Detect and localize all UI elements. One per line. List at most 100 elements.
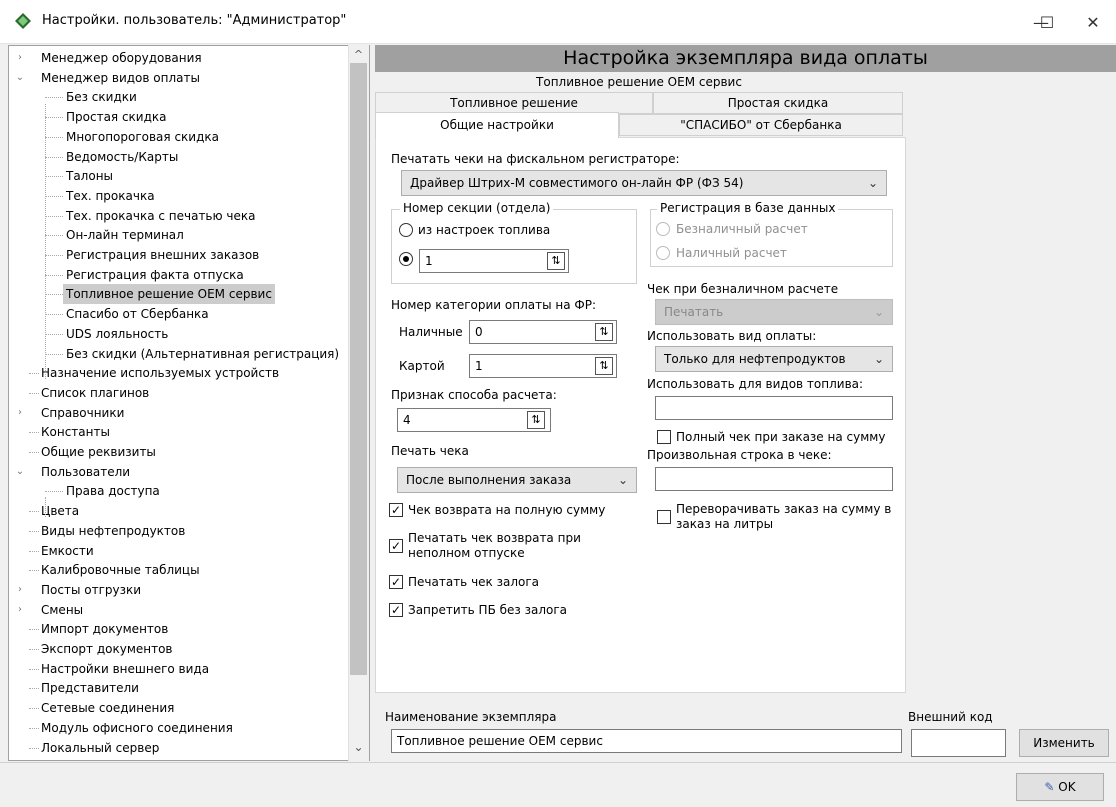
collapse-icon[interactable]: ⌄ bbox=[14, 68, 26, 88]
tree-item[interactable]: Менеджер видов оплаты bbox=[38, 68, 203, 88]
tree-item[interactable]: Список плагинов bbox=[38, 383, 152, 403]
tab-spasibo[interactable]: "СПАСИБО" от Сбербанка bbox=[619, 114, 903, 136]
tree-item[interactable]: Общие реквизиты bbox=[38, 442, 159, 462]
card-label: Картой bbox=[399, 359, 445, 373]
use-payment-select[interactable]: Только для нефтепродуктов ⌄ bbox=[655, 346, 893, 372]
section-manual-radio[interactable] bbox=[399, 252, 413, 266]
tree-connector bbox=[45, 274, 63, 276]
print-receipt-select[interactable]: После выполнения заказа ⌄ bbox=[397, 467, 637, 493]
page-title: Настройка экземпляра вида оплаты bbox=[563, 47, 928, 69]
tree-item[interactable]: Константы bbox=[38, 422, 113, 442]
tree-item[interactable]: Регистрация факта отпуска bbox=[63, 265, 247, 285]
tree-item[interactable]: Талоны bbox=[63, 166, 116, 186]
maximize-button[interactable]: ☐ bbox=[1024, 0, 1070, 44]
full-on-sum-label: Полный чек при заказе на сумму bbox=[676, 430, 886, 444]
tree-item[interactable]: Тех. прокачка с печатью чека bbox=[63, 206, 259, 226]
full-return-checkbox[interactable]: ✓ bbox=[389, 503, 403, 517]
tab-fuel-solution[interactable]: Топливное решение bbox=[375, 92, 653, 114]
edit-icon: ✎ bbox=[1044, 780, 1055, 794]
expand-icon[interactable]: › bbox=[14, 403, 26, 423]
tree-item[interactable]: Сетевые соединения bbox=[38, 698, 177, 718]
tree-connector bbox=[45, 294, 63, 296]
instance-name-label: Наименование экземпляра bbox=[385, 710, 557, 724]
tree-item[interactable]: Калибровочные таблицы bbox=[38, 560, 203, 580]
tree-item[interactable]: Емкости bbox=[38, 541, 97, 561]
tree-item[interactable]: Менеджер оборудования bbox=[38, 48, 205, 68]
collapse-icon[interactable]: ⌄ bbox=[14, 462, 26, 482]
external-code-label: Внешний код bbox=[908, 710, 993, 724]
tree-item[interactable]: Представители bbox=[38, 678, 142, 698]
section-from-fuel-radio[interactable] bbox=[399, 223, 413, 237]
ok-button[interactable]: ✎ OK bbox=[1016, 773, 1104, 801]
tree-item[interactable]: Он-лайн терминал bbox=[63, 225, 187, 245]
tree-item[interactable]: Локальный сервер bbox=[38, 738, 162, 758]
tree-item[interactable]: Смены bbox=[38, 600, 86, 620]
calc-method-spin-icon[interactable]: ⇅ bbox=[527, 411, 545, 429]
scroll-down-icon[interactable]: ⌄ bbox=[350, 740, 367, 756]
tree-item[interactable]: Без скидки bbox=[63, 87, 140, 107]
tree-item[interactable]: Без скидки (Альтернативная регистрация) bbox=[63, 344, 342, 364]
tree-item[interactable]: Простая скидка bbox=[63, 107, 170, 127]
tab-oem-service[interactable]: Топливное решение ОЕМ сервис bbox=[375, 72, 903, 92]
cash-spin-icon[interactable]: ⇅ bbox=[595, 323, 613, 341]
tree-connector bbox=[45, 491, 63, 493]
tree-item[interactable]: Посты отгрузки bbox=[38, 580, 144, 600]
close-button[interactable]: ✕ bbox=[1070, 0, 1116, 44]
tree-item[interactable]: Пользователи bbox=[38, 462, 133, 482]
instance-name-input[interactable]: Топливное решение ОЕМ сервис bbox=[391, 729, 902, 753]
tree-item[interactable]: Топливное решение ОЕМ сервис bbox=[63, 284, 275, 305]
db-cashless-radio[interactable] bbox=[656, 222, 670, 236]
fr-driver-select[interactable]: Драйвер Штрих-М совместимого он-лайн ФР … bbox=[401, 170, 887, 196]
tree-item[interactable]: Ведомость/Карты bbox=[63, 147, 181, 167]
tree-connector bbox=[45, 215, 63, 217]
use-payment-value: Только для нефтепродуктов bbox=[664, 352, 846, 366]
cashless-receipt-select[interactable]: Печатать ⌄ bbox=[655, 299, 893, 325]
db-group-title: Регистрация в базе данных bbox=[657, 201, 839, 215]
print-on-fr-label: Печатать чеки на фискальном регистраторе… bbox=[391, 152, 680, 166]
partial-return-label: Печатать чек возврата при неполном отпус… bbox=[408, 531, 581, 560]
tree-item[interactable]: Экспорт документов bbox=[38, 639, 176, 659]
expand-icon[interactable]: › bbox=[14, 48, 26, 68]
no-pb-checkbox[interactable]: ✓ bbox=[389, 603, 403, 617]
tree-item[interactable]: Настройки внешнего вида bbox=[38, 659, 212, 679]
deposit-checkbox[interactable]: ✓ bbox=[389, 575, 403, 589]
custom-line-input[interactable] bbox=[655, 467, 893, 491]
tree-item[interactable]: Виды нефтепродуктов bbox=[38, 521, 188, 541]
tree-item[interactable]: Назначение используемых устройств bbox=[38, 363, 282, 383]
cashless-receipt-value: Печатать bbox=[664, 305, 724, 319]
expand-icon[interactable]: › bbox=[14, 600, 26, 620]
change-button[interactable]: Изменить bbox=[1019, 729, 1109, 757]
print-receipt-value: После выполнения заказа bbox=[406, 473, 572, 487]
tree-item[interactable]: Справочники bbox=[38, 403, 127, 423]
tree-item[interactable]: Регистрация внешних заказов bbox=[63, 245, 262, 265]
scroll-thumb[interactable] bbox=[350, 63, 367, 675]
tree-item[interactable]: UDS лояльность bbox=[63, 324, 171, 344]
external-code-input[interactable] bbox=[911, 729, 1006, 757]
tree-item[interactable]: Модуль офисного соединения bbox=[38, 718, 236, 738]
tree-item[interactable]: Права доступа bbox=[63, 481, 163, 501]
tree-connector bbox=[45, 156, 63, 158]
tree-item[interactable]: Многопороговая скидка bbox=[63, 127, 222, 147]
tab-general-settings[interactable]: Общие настройки bbox=[375, 112, 619, 138]
tree-connector bbox=[45, 314, 63, 316]
fuel-types-input[interactable] bbox=[655, 396, 893, 420]
full-return-label: Чек возврата на полную сумму bbox=[408, 503, 606, 517]
flip-order-checkbox[interactable] bbox=[657, 510, 671, 524]
tree-item[interactable]: Импорт документов bbox=[38, 619, 171, 639]
tree-item[interactable]: Спасибо от Сбербанка bbox=[63, 304, 212, 324]
card-spin-icon[interactable]: ⇅ bbox=[595, 357, 613, 375]
section-spin-icon[interactable]: ⇅ bbox=[547, 252, 565, 270]
db-cash-radio[interactable] bbox=[656, 246, 670, 260]
tab-simple-discount[interactable]: Простая скидка bbox=[653, 92, 903, 114]
db-cashless-label: Безналичный расчет bbox=[676, 222, 808, 236]
expand-icon[interactable]: › bbox=[14, 580, 26, 600]
cash-label: Наличные bbox=[399, 325, 463, 339]
full-on-sum-checkbox[interactable] bbox=[657, 430, 671, 444]
db-cash-label: Наличный расчет bbox=[676, 246, 787, 260]
tree-item[interactable]: Тех. прокачка bbox=[63, 186, 158, 206]
use-payment-label: Использовать вид оплаты: bbox=[647, 329, 817, 343]
settings-tree[interactable]: › Менеджер оборудования ⌄ Менеджер видов оп… bbox=[8, 45, 370, 761]
tree-connector bbox=[45, 136, 63, 138]
scroll-up-icon[interactable]: ^ bbox=[350, 48, 367, 62]
partial-return-checkbox[interactable]: ✓ bbox=[389, 539, 403, 553]
